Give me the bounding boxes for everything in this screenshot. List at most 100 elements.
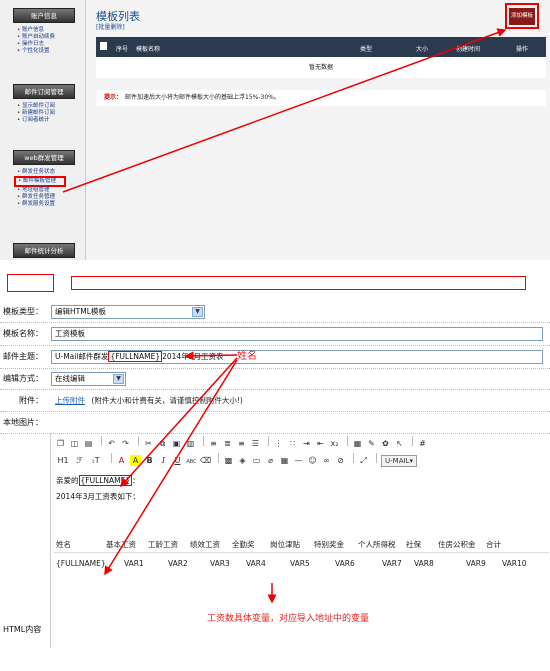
sidebar-header[interactable]: 账户信息 <box>13 8 75 23</box>
select-all-checkbox[interactable] <box>100 42 107 50</box>
chevron-down-icon: ▼ <box>192 307 203 317</box>
batch-delete-link[interactable]: [批量删除] <box>96 22 125 31</box>
col-header: 岗位津贴 <box>270 540 300 549</box>
sidebar-item[interactable]: 个性化设置 <box>17 48 75 55</box>
subject-label: 邮件主题： <box>3 352 43 361</box>
name-variable-highlight <box>7 274 54 292</box>
sidebar-item[interactable]: 订阅者统计 <box>17 117 75 124</box>
subject-variable: {FULLNAME} <box>108 351 163 362</box>
row-template-name: 模板名称： 工资模板 <box>0 324 550 344</box>
brush-icon[interactable]: ✎ <box>366 438 377 449</box>
tip-bar: 提示： 邮件加速后大小将为邮件模板大小的基础上浮15%-30%。 <box>96 90 546 106</box>
align-justify-icon[interactable]: ☰ <box>250 438 261 449</box>
underline-icon[interactable]: U <box>172 455 183 466</box>
sidebar-item[interactable]: 群发任务状态 <box>17 169 75 176</box>
align-left-icon[interactable]: ≡ <box>208 438 219 449</box>
highlight-icon[interactable]: A <box>130 455 141 466</box>
col-header: 大小 <box>416 46 429 53</box>
indent-icon[interactable]: ⇥ <box>301 438 312 449</box>
outdent-icon[interactable]: ⇤ <box>315 438 326 449</box>
html-content-label: HTML内容 <box>3 625 42 634</box>
salary-variables-highlight <box>71 276 526 290</box>
insert-flash-icon[interactable]: ◈ <box>237 455 248 466</box>
redo-icon[interactable]: ↷ <box>120 438 131 449</box>
insert-image-icon[interactable]: ▩ <box>223 455 234 466</box>
template-name-input[interactable]: 工资模板 <box>51 327 543 341</box>
sidebar-header[interactable]: 邮件订阅管理 <box>13 84 75 99</box>
table-cell: VAR10 <box>502 559 527 568</box>
image-icon[interactable]: ▦ <box>352 438 363 449</box>
col-header: 住房公积金 <box>438 540 476 549</box>
sidebar-header[interactable]: web群发管理 <box>13 150 75 165</box>
palette-icon[interactable]: ✿ <box>380 438 391 449</box>
table-icon[interactable]: ▦ <box>279 455 290 466</box>
insert-media-icon[interactable]: ▭ <box>251 455 262 466</box>
row-template-type: 模板类型： 编辑HTML模板 ▼ <box>0 302 550 322</box>
salary-intro-line: 2014年3月工资表如下： <box>56 492 140 501</box>
subject-input[interactable]: U-Mail邮件群发 {FULLNAME} 2014年3月工资表 <box>51 350 543 364</box>
preview-icon[interactable]: ◫ <box>69 438 80 449</box>
template-type-select[interactable]: 编辑HTML模板 ▼ <box>51 305 205 319</box>
grid-icon[interactable]: # <box>417 438 428 449</box>
editor-toolbar-row2: H1 ℱₜT A A B I U ABC ⌫ ▩ ◈ ▭ ⌀ ▦ — ☺ ∞ ⊘ ⤢ U-MAIL▾ <box>55 453 417 467</box>
subscript-icon[interactable]: x₂ <box>329 438 340 449</box>
col-header: 合计 <box>486 540 501 549</box>
sidebar-item[interactable]: 账户信息 <box>17 27 75 34</box>
col-header: 序号 <box>116 46 129 53</box>
ordered-list-icon[interactable]: ⋮ <box>273 438 284 449</box>
sidebar: 账户信息 账户信息 账户自动续费 操作日志 个性化设置 邮件订阅管理 显示邮件订… <box>0 0 86 260</box>
link-icon[interactable]: ∞ <box>321 455 332 466</box>
paste-icon[interactable]: ▣ <box>171 438 182 449</box>
font-color-icon[interactable]: A <box>116 455 127 466</box>
table-cell: VAR6 <box>335 559 355 568</box>
copy-icon[interactable]: ⧉ <box>157 438 168 449</box>
col-header: 操作 <box>516 46 529 53</box>
font-family-icon[interactable]: ℱ <box>74 455 85 466</box>
sidebar-item[interactable]: 地址组管理 <box>17 187 75 194</box>
sidebar-section-web-send: web群发管理 群发任务状态 邮件模板管理 地址组管理 群发任务管理 群发服务设… <box>13 150 75 208</box>
sidebar-item[interactable]: 群发服务设置 <box>17 201 75 208</box>
col-header: 姓名 <box>56 540 71 549</box>
greeting-suffix: ： <box>132 476 140 485</box>
salary-table-header: 姓名 基本工资 工龄工资 绩效工资 全勤奖 岗位津贴 特别奖金 个人所得税 社保… <box>54 535 549 553</box>
bold-icon[interactable]: B <box>144 455 155 466</box>
remove-format-icon[interactable]: ⌫ <box>200 455 211 466</box>
table-cell: VAR2 <box>168 559 188 568</box>
unordered-list-icon[interactable]: ∷ <box>287 438 298 449</box>
align-right-icon[interactable]: ≡ <box>236 438 247 449</box>
cut-icon[interactable]: ✂ <box>143 438 154 449</box>
hr-icon[interactable]: — <box>293 455 304 466</box>
col-header: 社保 <box>406 540 421 549</box>
fullscreen-icon[interactable]: ⤢ <box>358 455 369 466</box>
umail-menu[interactable]: U-MAIL▾ <box>381 455 417 467</box>
sidebar-item[interactable]: 显示邮件订阅 <box>17 103 75 110</box>
paste-word-icon[interactable]: ▥ <box>185 438 196 449</box>
sidebar-item[interactable]: 账户自动续费 <box>17 34 75 41</box>
table-cell: VAR3 <box>210 559 230 568</box>
strikethrough-icon[interactable]: ABC <box>186 457 197 468</box>
greeting-variable: {FULLNAME} <box>78 475 133 486</box>
heading-icon[interactable]: H1 <box>55 455 71 466</box>
sidebar-item-template-manage[interactable]: 邮件模板管理 <box>14 176 66 187</box>
upload-attachment-link[interactable]: 上传附件 <box>55 396 85 405</box>
add-template-button[interactable]: 添加模板 <box>509 8 535 25</box>
greeting-prefix: 亲爱的 <box>56 476 79 485</box>
italic-icon[interactable]: I <box>158 455 169 466</box>
align-center-icon[interactable]: ≣ <box>222 438 233 449</box>
sidebar-header[interactable]: 邮件统计分析 <box>13 243 75 258</box>
pointer-icon[interactable]: ↖ <box>394 438 405 449</box>
font-size-icon[interactable]: ₜT <box>88 455 104 466</box>
edit-mode-select[interactable]: 在线编辑 ▼ <box>51 372 126 386</box>
unlink-icon[interactable]: ⊘ <box>335 455 346 466</box>
sidebar-section-subscription: 邮件订阅管理 显示邮件订阅 新建邮件订阅 订阅者统计 <box>13 84 75 124</box>
row-attachment: 附件： 上传附件 (附件大小和计费有关，请谨慎控制附件大小!) <box>0 391 550 411</box>
attachment-icon[interactable]: ⌀ <box>265 455 276 466</box>
undo-icon[interactable]: ↶ <box>106 438 117 449</box>
emoticon-icon[interactable]: ☺ <box>307 455 318 466</box>
sidebar-item[interactable]: 新建邮件订阅 <box>17 110 75 117</box>
source-icon[interactable]: ❐ <box>55 438 66 449</box>
template-icon[interactable]: ▤ <box>83 438 94 449</box>
col-header: 基本工资 <box>106 540 136 549</box>
sidebar-item[interactable]: 操作日志 <box>17 41 75 48</box>
sidebar-item[interactable]: 群发任务管理 <box>17 194 75 201</box>
